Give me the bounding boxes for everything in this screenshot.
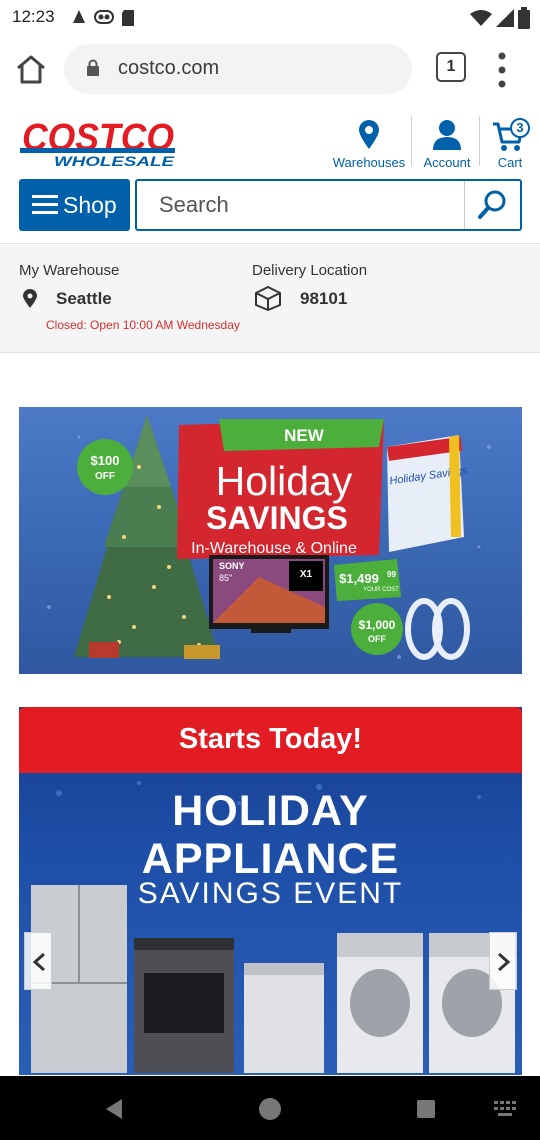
appliance-title: HOLIDAY APPLIANCE	[19, 787, 522, 883]
cart-count-badge: 3	[510, 118, 530, 138]
starts-today-strip: Starts Today!	[19, 707, 522, 773]
status-bar: 12:23	[0, 0, 540, 34]
status-time: 12:23	[12, 7, 55, 26]
delivery-location-label: Delivery Location	[252, 262, 368, 279]
alert-icon	[73, 10, 85, 23]
tv-price-cents: 99	[387, 570, 396, 579]
my-warehouse-label: My Warehouse	[19, 262, 120, 279]
map-pin-icon	[23, 289, 37, 308]
home-nav-icon[interactable]	[257, 1096, 283, 1122]
holiday-banner-art: $100 OFF NEW Holiday SAVINGS In-Warehous…	[47, 415, 491, 660]
holiday-savings-banner[interactable]: $100 OFF NEW Holiday SAVINGS In-Warehous…	[19, 407, 522, 674]
warehouse-city[interactable]: Seattle	[56, 289, 112, 309]
browser-toolbar: costco.com 1	[0, 34, 540, 104]
badge-100: $100	[91, 453, 120, 468]
home-icon[interactable]	[14, 54, 48, 86]
tv-model: X1	[300, 569, 313, 580]
appliance-title-line1: HOLIDAY	[172, 787, 369, 835]
badge-100-off: OFF	[95, 471, 115, 482]
chevron-right-icon	[498, 952, 511, 972]
record-icon	[94, 10, 114, 24]
tv-size: 85"	[219, 573, 232, 583]
warehouse-hours-status: Closed: Open 10:00 AM Wednesday	[46, 318, 240, 332]
badge-1000-off: OFF	[368, 634, 386, 644]
costco-logo[interactable]: COSTCO WHOLESALE	[20, 117, 180, 169]
appliance-title-line2: APPLIANCE	[141, 835, 400, 883]
tab-switcher-button[interactable]: 1	[436, 52, 466, 82]
url-bar[interactable]: costco.com	[64, 44, 412, 94]
banner-new-label: NEW	[284, 426, 325, 445]
search-box	[135, 179, 522, 231]
tv-brand: SONY	[219, 561, 245, 571]
warehouses-label: Warehouses	[332, 155, 406, 170]
banner-subline: In-Warehouse & Online	[191, 540, 357, 557]
appliance-savings-banner[interactable]: Starts Today! HOLIDAY APPLIANCE SAVINGS …	[19, 707, 522, 1075]
search-icon	[478, 190, 506, 219]
map-pin-icon	[359, 120, 379, 149]
tv-price-sub: YOUR COST	[363, 587, 399, 593]
hamburger-icon	[32, 195, 58, 215]
account-label: Account	[423, 155, 471, 170]
url-text: costco.com	[118, 57, 220, 79]
delivery-zip[interactable]: 98101	[300, 289, 347, 309]
tv-price: $1,499	[339, 571, 379, 586]
carousel-prev-button[interactable]	[24, 932, 52, 990]
wifi-icon	[470, 10, 492, 26]
banner-headline-1: Holiday	[216, 458, 353, 504]
account-link[interactable]: Account	[420, 120, 474, 170]
sd-card-icon	[122, 10, 134, 26]
signal-icon	[496, 9, 514, 27]
box-icon	[255, 286, 281, 311]
back-icon[interactable]	[104, 1098, 124, 1120]
costco-logo-graphic: COSTCO WHOLESALE	[20, 117, 175, 169]
banner-headline-2: SAVINGS	[206, 500, 348, 536]
svg-text:WHOLESALE: WHOLESALE	[54, 153, 175, 168]
warehouse-info-bar: My Warehouse Seattle Closed: Open 10:00 …	[0, 245, 540, 353]
android-nav-bar	[0, 1076, 540, 1140]
badge-1000: $1,000	[359, 618, 396, 632]
battery-icon	[518, 7, 530, 29]
cart-link[interactable]: 3 Cart	[488, 116, 532, 170]
site-header: COSTCO WHOLESALE Warehouses Account 3 Ca…	[0, 104, 540, 244]
warehouses-link[interactable]: Warehouses	[332, 120, 406, 170]
account-icon	[433, 120, 461, 150]
recents-icon[interactable]	[416, 1099, 436, 1119]
appliance-subtitle: SAVINGS EVENT	[137, 877, 404, 910]
carousel-next-button[interactable]	[489, 932, 517, 990]
shop-menu-button[interactable]: Shop	[19, 179, 130, 231]
menu-dots-icon[interactable]	[496, 50, 508, 90]
cart-label: Cart	[497, 155, 523, 170]
lock-icon	[87, 59, 99, 76]
divider	[411, 116, 412, 166]
keyboard-icon[interactable]	[494, 1101, 516, 1117]
search-button[interactable]	[464, 181, 520, 229]
chevron-left-icon	[32, 952, 45, 972]
shop-label: Shop	[63, 192, 117, 218]
divider	[479, 116, 480, 166]
search-input[interactable]	[137, 181, 464, 229]
